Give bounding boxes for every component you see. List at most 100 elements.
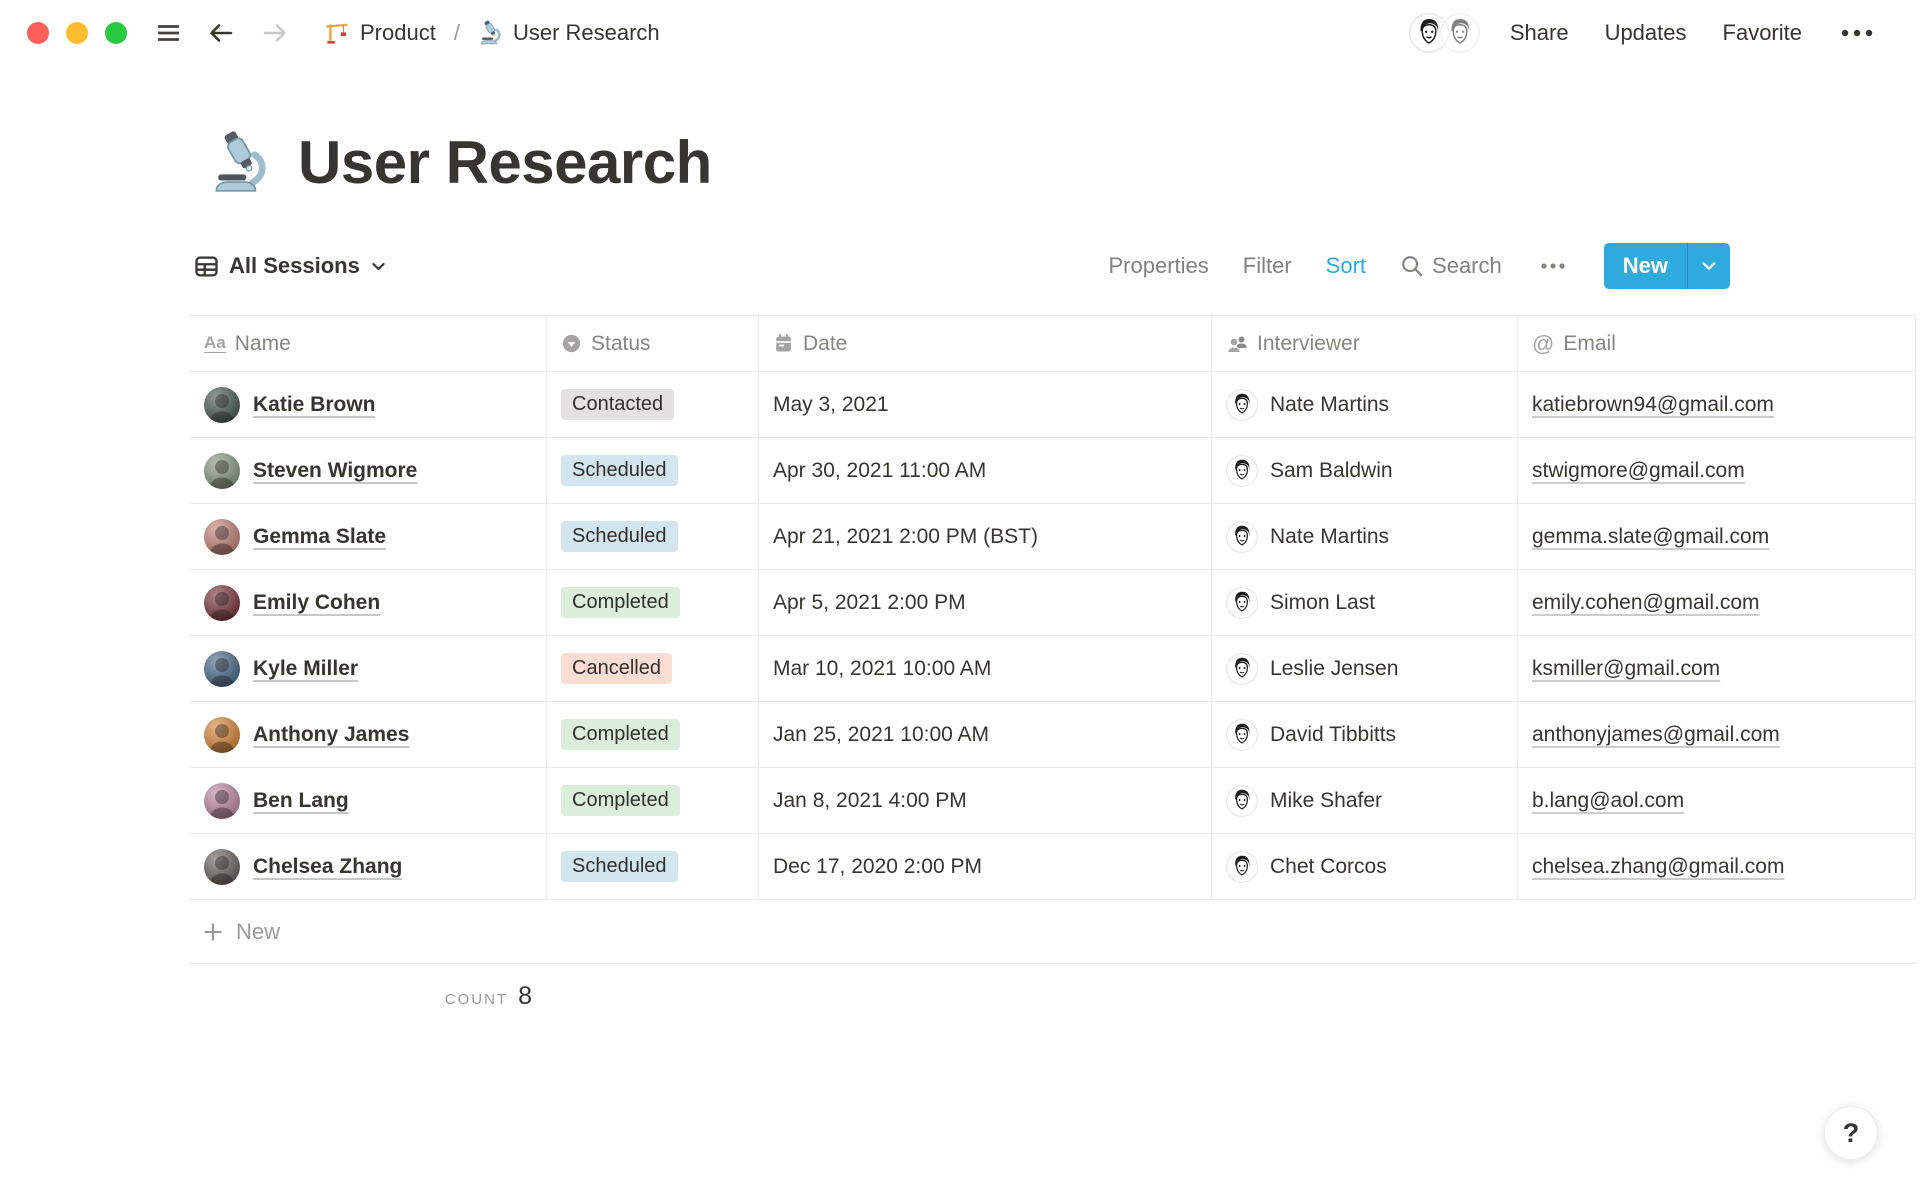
column-header-status[interactable]: Status	[547, 316, 759, 371]
email-link[interactable]: ksmiller@gmail.com	[1532, 657, 1720, 681]
properties-button[interactable]: Properties	[1109, 253, 1209, 279]
name-cell[interactable]: Kyle Miller	[190, 636, 547, 701]
name-cell[interactable]: Ben Lang	[190, 768, 547, 833]
search-icon	[1402, 256, 1423, 277]
column-header-email[interactable]: @ Email	[1518, 316, 1916, 371]
name-cell[interactable]: Chelsea Zhang	[190, 834, 547, 899]
crane-icon	[325, 20, 351, 46]
updates-button[interactable]: Updates	[1605, 20, 1687, 46]
status-cell[interactable]: Completed	[547, 570, 759, 635]
email-link[interactable]: gemma.slate@gmail.com	[1532, 525, 1769, 549]
date-cell[interactable]: Jan 8, 2021 4:00 PM	[759, 768, 1212, 833]
email-cell[interactable]: stwigmore@gmail.com	[1518, 438, 1916, 503]
interviewer-cell[interactable]: David Tibbitts	[1212, 702, 1518, 767]
share-button[interactable]: Share	[1510, 20, 1569, 46]
status-badge: Scheduled	[561, 851, 678, 882]
page-title[interactable]: User Research	[298, 128, 712, 197]
email-cell[interactable]: emily.cohen@gmail.com	[1518, 570, 1916, 635]
email-link[interactable]: stwigmore@gmail.com	[1532, 459, 1745, 483]
date-cell[interactable]: Apr 30, 2021 11:00 AM	[759, 438, 1212, 503]
email-link[interactable]: katiebrown94@gmail.com	[1532, 393, 1774, 417]
date-cell[interactable]: May 3, 2021	[759, 372, 1212, 437]
date-cell[interactable]: Apr 21, 2021 2:00 PM (BST)	[759, 504, 1212, 569]
interviewer-cell[interactable]: Nate Martins	[1212, 504, 1518, 569]
chevron-down-icon	[370, 258, 387, 275]
breadcrumb-item-user-research[interactable]: User Research	[472, 17, 666, 49]
interviewer-cell[interactable]: Leslie Jensen	[1212, 636, 1518, 701]
page-link[interactable]: Chelsea Zhang	[253, 855, 402, 879]
email-cell[interactable]: gemma.slate@gmail.com	[1518, 504, 1916, 569]
email-link[interactable]: emily.cohen@gmail.com	[1532, 591, 1760, 615]
forward-button[interactable]	[255, 14, 295, 52]
more-options-button[interactable]	[1836, 22, 1878, 44]
person-sketch-icon	[1226, 455, 1258, 487]
filter-button[interactable]: Filter	[1243, 253, 1292, 279]
help-button[interactable]: ?	[1824, 1106, 1878, 1160]
view-selector[interactable]: All Sessions	[190, 247, 391, 285]
status-cell[interactable]: Scheduled	[547, 834, 759, 899]
status-badge: Cancelled	[561, 653, 672, 684]
name-cell[interactable]: Steven Wigmore	[190, 438, 547, 503]
status-cell[interactable]: Cancelled	[547, 636, 759, 701]
status-cell[interactable]: Contacted	[547, 372, 759, 437]
email-cell[interactable]: chelsea.zhang@gmail.com	[1518, 834, 1916, 899]
interviewer-cell[interactable]: Nate Martins	[1212, 372, 1518, 437]
page-link[interactable]: Kyle Miller	[253, 657, 358, 681]
status-cell[interactable]: Scheduled	[547, 504, 759, 569]
minimize-window-button[interactable]	[66, 22, 88, 44]
new-dropdown-button[interactable]	[1688, 243, 1730, 289]
name-cell[interactable]: Emily Cohen	[190, 570, 547, 635]
view-more-button[interactable]	[1536, 257, 1570, 275]
title-icon: Aa	[204, 333, 226, 353]
person-photo-icon	[204, 849, 240, 885]
person-photo-icon	[204, 387, 240, 423]
interviewer-cell[interactable]: Simon Last	[1212, 570, 1518, 635]
email-cell[interactable]: anthonyjames@gmail.com	[1518, 702, 1916, 767]
status-cell[interactable]: Completed	[547, 702, 759, 767]
favorite-button[interactable]: Favorite	[1723, 20, 1802, 46]
column-header-date[interactable]: Date	[759, 316, 1212, 371]
maximize-window-button[interactable]	[105, 22, 127, 44]
name-cell[interactable]: Katie Brown	[190, 372, 547, 437]
interviewer-cell[interactable]: Sam Baldwin	[1212, 438, 1518, 503]
date-cell[interactable]: Apr 5, 2021 2:00 PM	[759, 570, 1212, 635]
interviewer-cell[interactable]: Mike Shafer	[1212, 768, 1518, 833]
microscope-page-icon[interactable]	[208, 130, 274, 196]
sort-button[interactable]: Sort	[1326, 253, 1366, 279]
column-header-name[interactable]: Aa Name	[190, 316, 547, 371]
date-cell[interactable]: Mar 10, 2021 10:00 AM	[759, 636, 1212, 701]
person-sketch-icon	[1226, 785, 1258, 817]
new-row-button[interactable]: New	[190, 900, 1916, 964]
search-button[interactable]: Search	[1400, 253, 1502, 279]
collaborator-avatars[interactable]	[1408, 13, 1480, 53]
new-button[interactable]: New	[1604, 243, 1687, 289]
status-cell[interactable]: Scheduled	[547, 438, 759, 503]
table-row: Emily Cohen Completed Apr 5, 2021 2:00 P…	[190, 570, 1916, 636]
breadcrumb-item-product[interactable]: Product	[319, 17, 442, 49]
status-cell[interactable]: Completed	[547, 768, 759, 833]
date-cell[interactable]: Dec 17, 2020 2:00 PM	[759, 834, 1212, 899]
close-window-button[interactable]	[27, 22, 49, 44]
page-link[interactable]: Emily Cohen	[253, 591, 380, 615]
person-sketch-icon	[1226, 389, 1258, 421]
email-cell[interactable]: b.lang@aol.com	[1518, 768, 1916, 833]
page-link[interactable]: Gemma Slate	[253, 525, 386, 549]
email-cell[interactable]: ksmiller@gmail.com	[1518, 636, 1916, 701]
email-link[interactable]: anthonyjames@gmail.com	[1532, 723, 1780, 747]
count-aggregate[interactable]: COUNT 8	[190, 982, 547, 1011]
page-link[interactable]: Katie Brown	[253, 393, 376, 417]
email-link[interactable]: b.lang@aol.com	[1532, 789, 1684, 813]
back-button[interactable]	[201, 14, 241, 52]
interviewer-cell[interactable]: Chet Corcos	[1212, 834, 1518, 899]
page-link[interactable]: Anthony James	[253, 723, 409, 747]
person-photo-icon	[204, 651, 240, 687]
sidebar-toggle-button[interactable]	[149, 14, 187, 52]
email-cell[interactable]: katiebrown94@gmail.com	[1518, 372, 1916, 437]
name-cell[interactable]: Gemma Slate	[190, 504, 547, 569]
page-link[interactable]: Steven Wigmore	[253, 459, 417, 483]
email-link[interactable]: chelsea.zhang@gmail.com	[1532, 855, 1784, 879]
date-cell[interactable]: Jan 25, 2021 10:00 AM	[759, 702, 1212, 767]
column-header-interviewer[interactable]: Interviewer	[1212, 316, 1518, 371]
name-cell[interactable]: Anthony James	[190, 702, 547, 767]
page-link[interactable]: Ben Lang	[253, 789, 349, 813]
